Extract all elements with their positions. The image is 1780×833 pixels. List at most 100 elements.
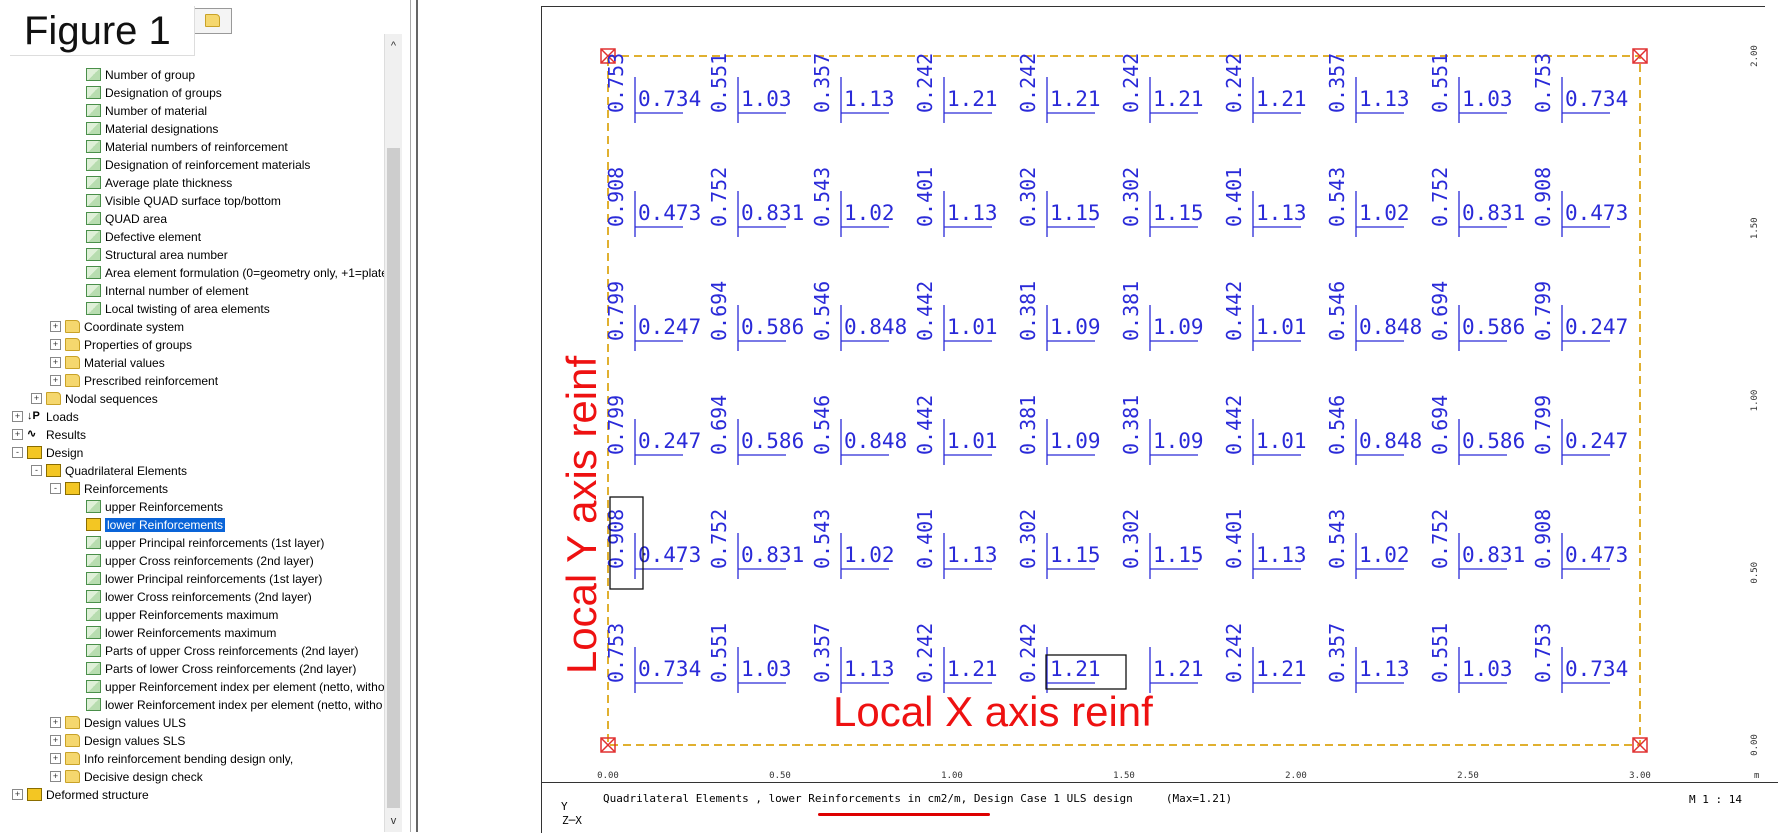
tree-item[interactable]: upper Reinforcements — [86, 497, 223, 515]
local-x-reinf-value: 1.15 — [1153, 543, 1204, 567]
tree-item[interactable]: lower Principal reinforcements (1st laye… — [86, 569, 322, 587]
local-y-reinf-value: 0.242 — [1016, 623, 1040, 683]
local-y-reinf-value: 0.908 — [1531, 167, 1555, 227]
tree-item-label: Prescribed reinforcement — [84, 373, 219, 388]
tree-item[interactable]: + Deformed structure — [12, 785, 149, 803]
expand-icon[interactable]: + — [50, 357, 61, 369]
local-y-reinf-value: 0.357 — [810, 623, 834, 683]
local-x-reinf-value: 0.247 — [1565, 315, 1628, 339]
tree-item[interactable]: upper Cross reinforcements (2nd layer) — [86, 551, 314, 569]
expand-icon[interactable]: + — [12, 789, 23, 801]
tree-item[interactable]: Material numbers of reinforcement — [86, 137, 288, 155]
tree-scrollbar[interactable]: ^ v — [384, 34, 402, 832]
tree-item[interactable]: upper Principal reinforcements (1st laye… — [86, 533, 324, 551]
tree-item[interactable]: + Design values ULS — [50, 713, 186, 731]
tree-item[interactable]: lower Reinforcements maximum — [86, 623, 276, 641]
tree-item[interactable]: Structural area number — [86, 245, 228, 263]
tree-item[interactable]: Designation of reinforcement materials — [86, 155, 310, 173]
expand-icon[interactable]: + — [50, 735, 61, 747]
expand-icon[interactable]: + — [50, 753, 61, 765]
expand-icon[interactable]: + — [12, 411, 23, 423]
expand-icon[interactable]: + — [50, 339, 61, 351]
scroll-thumb[interactable] — [387, 148, 400, 808]
tree-item[interactable]: - Design — [12, 443, 83, 461]
tree-item[interactable]: upper Reinforcements maximum — [86, 605, 278, 623]
tree-item[interactable]: + Material values — [50, 353, 165, 371]
tree-item[interactable]: Defective element — [86, 227, 201, 245]
x-tick-label: 1.00 — [941, 771, 963, 781]
expand-icon[interactable]: + — [12, 429, 23, 441]
scroll-up-icon[interactable]: ^ — [387, 39, 400, 53]
local-x-reinf-value: 0.586 — [741, 315, 804, 339]
tree-item[interactable]: Average plate thickness — [86, 173, 232, 191]
tree-item[interactable]: - Reinforcements — [50, 479, 168, 497]
local-y-reinf-value: 0.401 — [913, 509, 937, 569]
local-x-reinf-value: 1.15 — [1050, 543, 1101, 567]
document-icon — [86, 248, 101, 262]
tree-item-label: lower Cross reinforcements (2nd layer) — [105, 589, 312, 604]
local-x-reinf-value: 1.13 — [1359, 657, 1410, 681]
tree-item[interactable]: + Info reinforcement bending design only, — [50, 749, 293, 767]
tree-item[interactable]: + Nodal sequences — [31, 389, 158, 407]
expand-icon[interactable]: + — [31, 393, 42, 405]
tree-item[interactable]: + ↓P Loads — [12, 407, 79, 425]
tree-item[interactable]: Parts of lower Cross reinforcements (2nd… — [86, 659, 356, 677]
load-icon: ↓P — [27, 410, 42, 424]
tree-item[interactable]: - Quadrilateral Elements — [31, 461, 187, 479]
tree-item[interactable]: Visible QUAD surface top/bottom — [86, 191, 281, 209]
tree-item[interactable]: Material designations — [86, 119, 218, 137]
tree-item[interactable]: Local twisting of area elements — [86, 299, 270, 317]
local-y-reinf-value: 0.546 — [1325, 281, 1349, 341]
plot-caption: Quadrilateral Elements , lower Reinforce… — [603, 792, 1233, 805]
scroll-down-icon[interactable]: v — [387, 814, 400, 828]
document-icon — [86, 572, 101, 586]
tree-item[interactable]: Number of group — [86, 65, 195, 83]
tree-item-label: Coordinate system — [84, 319, 185, 334]
tree-item[interactable]: lower Cross reinforcements (2nd layer) — [86, 587, 312, 605]
tree-item-label: Material values — [84, 355, 165, 370]
tree-item-label: Decisive design check — [84, 769, 203, 784]
local-y-reinf-value: 0.551 — [707, 623, 731, 683]
expand-icon[interactable]: + — [50, 321, 61, 333]
tree-item[interactable]: + Prescribed reinforcement — [50, 371, 218, 389]
tree-item[interactable]: Area element formulation (0=geometry onl… — [86, 263, 398, 281]
tree-item[interactable]: Internal number of element — [86, 281, 248, 299]
tree-item-label: Structural area number — [105, 247, 228, 262]
tree-item[interactable]: + Design values SLS — [50, 731, 185, 749]
local-y-reinf-value: 0.908 — [1531, 509, 1555, 569]
expand-icon[interactable]: + — [50, 375, 61, 387]
document-icon — [86, 662, 101, 676]
tree-item[interactable]: Designation of groups — [86, 83, 222, 101]
tree-item[interactable]: QUAD area — [86, 209, 167, 227]
collapse-icon[interactable]: - — [31, 465, 42, 477]
tree-item[interactable]: + Decisive design check — [50, 767, 203, 785]
expand-icon[interactable]: + — [50, 771, 61, 783]
local-x-reinf-value: 0.734 — [1565, 657, 1628, 681]
tree-item-label: Design — [46, 445, 84, 460]
drawing-canvas[interactable]: 0.00 0.50 1.00 1.50 2.00 2.50 3.00 2.00 1.50 1.00… — [541, 6, 1765, 833]
tree-item[interactable]: Number of material — [86, 101, 207, 119]
tree-item[interactable]: upper Reinforcement index per element (n… — [86, 677, 385, 695]
tree-item[interactable]: + Properties of groups — [50, 335, 192, 353]
expand-icon[interactable]: + — [50, 717, 61, 729]
document-icon — [86, 554, 101, 568]
collapse-icon[interactable]: - — [50, 483, 61, 495]
tree-item[interactable]: + Coordinate system — [50, 317, 184, 335]
tree-item[interactable]: lower Reinforcements — [86, 515, 226, 533]
local-x-reinf-value: 1.03 — [741, 87, 792, 111]
local-x-reinf-value: 1.03 — [741, 657, 792, 681]
local-x-reinf-value: 0.247 — [638, 315, 701, 339]
local-x-reinf-value: 1.21 — [1256, 657, 1307, 681]
tree-item[interactable]: + ∿ Results — [12, 425, 86, 443]
local-x-reinf-value: 1.21 — [1050, 87, 1101, 111]
document-icon — [86, 158, 101, 172]
collapse-icon[interactable]: - — [12, 447, 23, 459]
y-tick-label: 0.50 — [1750, 562, 1760, 584]
tree-item[interactable]: lower Reinforcement index per element (n… — [86, 695, 382, 713]
tree-item-label: lower Reinforcement index per element (n… — [105, 697, 383, 712]
tree-item[interactable]: Parts of upper Cross reinforcements (2nd… — [86, 641, 358, 659]
folder-icon — [65, 734, 80, 748]
local-y-reinf-value: 0.752 — [707, 167, 731, 227]
axis-unit-label: m — [1754, 771, 1759, 781]
document-icon — [86, 86, 101, 100]
